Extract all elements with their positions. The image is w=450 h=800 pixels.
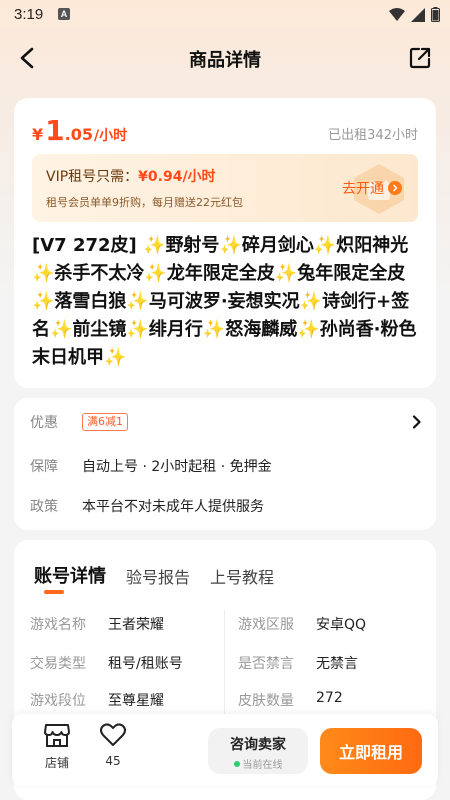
service-info-card: 优惠 满6减1 保障 自动上号 · 2小时起租 · 免押金 政策 本平台不对未成… [14,398,436,530]
vip-price-line: VIP租号只需：¥0.94/小时 [46,166,216,186]
sparkle-icon: ✨ [202,319,226,340]
sparkle-icon: ✨ [274,263,298,284]
price-decimal: .05 [64,125,93,144]
sparkle-icon: ✨ [126,319,149,340]
sparkle-icon: ✨ [104,347,127,368]
share-button[interactable] [404,42,436,74]
sparkle-icon: ✨ [32,291,55,312]
seller-online-status: 当前在线 [208,756,308,771]
sparkle-icon: ✨ [219,235,242,256]
shop-label: 店铺 [44,756,69,770]
guarantee-row: 保障 自动上号 · 2小时起租 · 免押金 [30,456,272,476]
detail-label: 是否禁言 [238,656,294,672]
sparkle-icon: ✨ [313,235,337,256]
chevron-right-icon [388,181,402,195]
promo-expand-button[interactable] [412,414,422,433]
status-time: 3:19 [14,6,44,23]
policy-row: 政策 本平台不对未成年人提供服务 [30,496,264,516]
price-unit: /小时 [93,128,128,144]
rented-hours: 已出租342小时 [328,128,418,143]
sparkle-icon: ✨ [143,235,166,256]
shop-icon [44,724,70,747]
detail-label: 交易类型 [30,656,86,672]
price-integer: 1 [45,114,65,147]
detail-label: 游戏名称 [30,617,86,633]
detail-region: 游戏区服 安卓QQ [238,614,366,634]
detail-value: 至尊星耀 [108,693,164,709]
online-dot-icon [233,760,240,767]
page-title: 商品详情 [189,50,261,71]
vip-banner[interactable]: VIP租号只需：¥0.94/小时 租号会员单单9折购，每月赠送22元红包 去开通 [32,154,418,222]
sparkle-icon: ✨ [299,291,323,312]
sparkle-icon: ✨ [144,263,167,284]
promo-tag: 满6减1 [82,413,128,431]
detail-label: 皮肤数量 [238,693,294,709]
tab-login-tutorial[interactable]: 上号教程 [210,564,274,588]
tab-account-details[interactable]: 账号详情 [34,562,106,588]
detail-value: 安卓QQ [316,617,367,633]
price-symbol: ¥ [32,125,44,144]
guarantee-value: 自动上号 · 2小时起租 · 免押金 [82,459,272,475]
promo-label: 优惠 [30,415,58,431]
vip-label: VIP租号只需： [46,169,139,185]
detail-game-name: 游戏名称 王者荣耀 [30,614,164,634]
policy-label: 政策 [30,499,58,515]
policy-value: 本平台不对未成年人提供服务 [82,499,264,515]
signal-icon [411,7,425,22]
detail-trade-type: 交易类型 租号/租账号 [30,653,183,673]
sparkle-icon: ✨ [126,291,149,312]
status-bar: 3:19 A [0,0,450,34]
detail-label: 游戏区服 [238,617,294,633]
detail-value: 租号/租账号 [108,656,183,672]
detail-ban-status: 是否禁言 无禁言 [238,653,358,673]
notification-icon: A [58,8,70,20]
shop-button[interactable]: 店铺 [32,722,82,771]
guarantee-label: 保障 [30,459,58,475]
sparkle-icon: ✨ [32,263,55,284]
top-nav: 商品详情 [0,34,450,82]
heart-icon [100,723,126,746]
product-title: [V7 272皮] ✨野射号✨碎月剑心✨炽阳神光✨杀手不太冷✨龙年限定全皮✨兔年… [32,235,417,368]
vip-open-button[interactable]: 去开通 [342,178,402,198]
sparkle-icon: ✨ [297,319,320,340]
detail-value: 无禁言 [316,656,358,672]
price: ¥ 1 .05 /小时 [32,114,127,147]
tab-inspection-report[interactable]: 验号报告 [126,564,190,588]
favorite-button[interactable]: 45 [88,722,138,768]
detail-skin-count: 皮肤数量 272 [238,690,343,710]
detail-value: 王者荣耀 [108,617,164,633]
online-label: 当前在线 [242,760,283,771]
detail-tabs: 账号详情 验号报告 上号教程 [34,562,274,588]
vip-price: ¥0.94/小时 [138,169,216,185]
sparkle-icon: ✨ [50,319,73,340]
detail-rank: 游戏段位 至尊星耀 [30,690,164,710]
vip-description: 租号会员单单9折购，每月赠送22元红包 [46,196,243,209]
detail-label: 游戏段位 [30,693,86,709]
product-summary-card: ¥ 1 .05 /小时 已出租342小时 VIP租号只需：¥0.94/小时 租号… [14,98,436,388]
detail-value: 272 [316,690,343,706]
active-tab-indicator [44,590,64,594]
bottom-action-bar: 店铺 45 咨询卖家 当前在线 立即租用 [12,714,438,786]
consult-label: 咨询卖家 [230,737,286,753]
battery-icon [431,7,440,22]
status-icons [389,7,440,22]
chevron-right-icon [412,415,421,429]
rent-now-button[interactable]: 立即租用 [320,728,422,774]
vip-open-label: 去开通 [342,181,384,197]
share-icon [409,47,431,69]
promo-row[interactable]: 优惠 满6减1 [30,412,128,432]
wifi-icon [389,7,405,21]
favorite-count: 45 [105,754,121,768]
consult-seller-button[interactable]: 咨询卖家 当前在线 [208,728,308,774]
